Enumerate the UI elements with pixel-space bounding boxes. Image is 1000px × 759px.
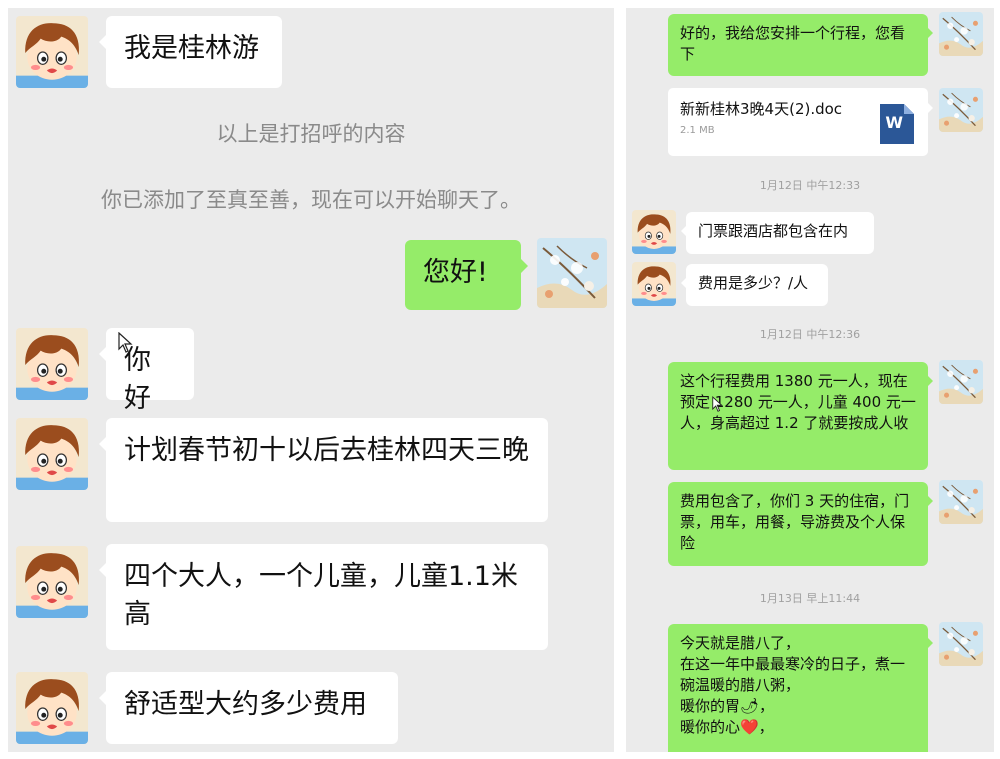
message-bubble-incoming[interactable]: 计划春节初十以后去桂林四天三晚 bbox=[99, 418, 548, 522]
contact-avatar[interactable] bbox=[16, 328, 88, 400]
system-note: 你已添加了至真至善，现在可以开始聊天了。 bbox=[101, 188, 521, 212]
contact-avatar[interactable] bbox=[16, 418, 88, 490]
message-bubble-incoming[interactable]: 舒适型大约多少费用 bbox=[99, 672, 398, 744]
timestamp: 1月12日 中午12:33 bbox=[759, 179, 861, 192]
message-bubble-outgoing[interactable]: 您好! bbox=[405, 240, 528, 310]
chat-panel-right[interactable]: 好的，我给您安排一个行程，您看下 新新桂林3晚4天(2).doc 2.1 MB … bbox=[626, 8, 994, 752]
message-bubble-outgoing[interactable]: 费用包含了，你们 3 天的住宿，门票，用车，用餐，导游费及个人保险 bbox=[668, 482, 933, 566]
message-bubble-incoming[interactable]: 四个大人，一个儿童，儿童1.1米高 bbox=[99, 544, 548, 650]
my-avatar[interactable] bbox=[939, 360, 983, 404]
my-avatar[interactable] bbox=[939, 480, 983, 524]
contact-avatar[interactable] bbox=[16, 672, 88, 744]
message-bubble-outgoing[interactable]: 这个行程费用 1380 元一人，现在预定 1280 元一人，儿童 400 元一人… bbox=[668, 362, 933, 470]
my-avatar[interactable] bbox=[537, 238, 607, 308]
timestamp: 1月12日 中午12:36 bbox=[759, 328, 861, 341]
contact-avatar[interactable] bbox=[16, 16, 88, 88]
file-message-card[interactable]: 新新桂林3晚4天(2).doc 2.1 MB W bbox=[668, 88, 933, 156]
mouse-cursor-icon bbox=[712, 396, 723, 412]
word-icon-letter: W bbox=[885, 113, 903, 132]
chat-panel-left[interactable]: 我是桂林游 以上是打招呼的内容 你已添加了至真至善，现在可以开始聊天了。 您好!… bbox=[8, 8, 614, 752]
message-bubble-incoming[interactable]: 门票跟酒店都包含在内 bbox=[681, 212, 874, 254]
contact-avatar[interactable] bbox=[16, 546, 88, 618]
contact-avatar[interactable] bbox=[632, 210, 676, 254]
my-avatar[interactable] bbox=[939, 12, 983, 56]
my-avatar[interactable] bbox=[939, 622, 983, 666]
message-bubble-outgoing[interactable]: 今天就是腊八了， 在这一年中最最寒冷的日子，煮一碗温暖的腊八粥， 暖你的胃🌶， … bbox=[668, 624, 933, 752]
mouse-cursor-icon bbox=[118, 332, 133, 353]
message-bubble-outgoing[interactable]: 好的，我给您安排一个行程，您看下 bbox=[668, 14, 933, 76]
my-avatar[interactable] bbox=[939, 88, 983, 132]
message-bubble-incoming[interactable]: 费用是多少？/人 bbox=[681, 264, 828, 306]
timestamp: 1月13日 早上11:44 bbox=[759, 592, 861, 605]
system-note: 以上是打招呼的内容 bbox=[216, 122, 406, 146]
message-bubble-incoming[interactable]: 我是桂林游 bbox=[99, 16, 282, 88]
contact-avatar[interactable] bbox=[632, 262, 676, 306]
